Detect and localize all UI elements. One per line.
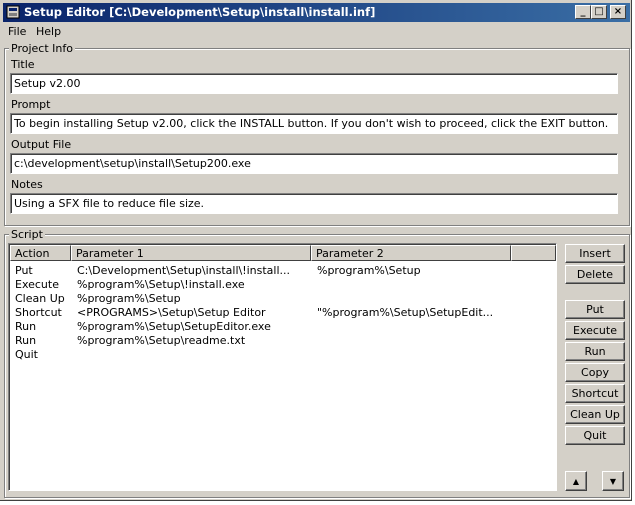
- script-list[interactable]: Action Parameter 1 Parameter 2 Put C:\De…: [8, 243, 557, 491]
- cell-action: Run: [15, 334, 37, 347]
- cell-action: Clean Up: [15, 292, 65, 305]
- shortcut-button[interactable]: Shortcut: [565, 384, 625, 403]
- clean-up-button[interactable]: Clean Up: [565, 405, 625, 424]
- table-row[interactable]: Run %program%\Setup\SetupEditor.exe: [13, 320, 553, 334]
- setup-editor-window: Setup Editor [C:\Development\Setup\insta…: [0, 0, 632, 501]
- cell-parameter-1: %program%\Setup: [77, 292, 181, 305]
- prompt-label: Prompt: [11, 98, 51, 111]
- prompt-field[interactable]: To begin installing Setup v2.00, click t…: [10, 113, 618, 134]
- cell-action: Shortcut: [15, 306, 62, 319]
- project-info-label: Project Info: [9, 42, 75, 55]
- put-button[interactable]: Put: [565, 300, 625, 319]
- script-label: Script: [9, 228, 45, 241]
- column-header-parameter-1[interactable]: Parameter 1: [71, 245, 311, 261]
- minimize-icon: _: [580, 6, 586, 17]
- arrow-down-icon: ▼: [609, 476, 617, 486]
- delete-button[interactable]: Delete: [565, 265, 625, 284]
- table-row[interactable]: Run %program%\Setup\readme.txt: [13, 334, 553, 348]
- run-button[interactable]: Run: [565, 342, 625, 361]
- title-field[interactable]: Setup v2.00: [10, 73, 618, 94]
- title-bar[interactable]: Setup Editor [C:\Development\Setup\insta…: [3, 3, 630, 22]
- output-file-field[interactable]: c:\development\setup\install\Setup200.ex…: [10, 153, 618, 174]
- table-row[interactable]: Clean Up %program%\Setup: [13, 292, 553, 306]
- menu-help[interactable]: Help: [36, 25, 61, 38]
- table-row[interactable]: Shortcut <PROGRAMS>\Setup\Setup Editor "…: [13, 306, 553, 320]
- column-header-parameter-2[interactable]: Parameter 2: [311, 245, 511, 261]
- cell-parameter-2: "%program%\Setup\SetupEdit...: [317, 306, 494, 319]
- cell-action: Execute: [15, 278, 59, 291]
- minimize-button[interactable]: _: [575, 5, 591, 19]
- notes-label: Notes: [11, 178, 43, 191]
- column-header-action[interactable]: Action: [10, 245, 71, 261]
- move-up-button[interactable]: ▲: [565, 471, 587, 491]
- cell-parameter-1: %program%\Setup\readme.txt: [77, 334, 246, 347]
- maximize-button[interactable]: □: [591, 5, 607, 19]
- cell-action: Put: [15, 264, 33, 277]
- cell-parameter-2: %program%\Setup: [317, 264, 421, 277]
- cell-parameter-1: %program%\Setup\SetupEditor.exe: [77, 320, 271, 333]
- maximize-icon: □: [594, 6, 604, 17]
- column-header-filler: [511, 245, 556, 261]
- title-label: Title: [11, 58, 35, 71]
- menu-file[interactable]: File: [8, 25, 26, 38]
- cell-action: Run: [15, 320, 37, 333]
- table-row[interactable]: Quit: [13, 348, 553, 362]
- window-title: Setup Editor [C:\Development\Setup\insta…: [24, 5, 376, 19]
- cell-action: Quit: [15, 348, 38, 361]
- close-button[interactable]: ×: [610, 5, 626, 19]
- menu-bar: File Help: [3, 23, 630, 41]
- table-row[interactable]: Execute %program%\Setup\!install.exe: [13, 278, 553, 292]
- quit-button[interactable]: Quit: [565, 426, 625, 445]
- insert-button[interactable]: Insert: [565, 244, 625, 263]
- copy-button[interactable]: Copy: [565, 363, 625, 382]
- notes-field[interactable]: Using a SFX file to reduce file size.: [10, 193, 618, 214]
- cell-parameter-1: <PROGRAMS>\Setup\Setup Editor: [77, 306, 266, 319]
- output-file-label: Output File: [11, 138, 72, 151]
- arrow-up-icon: ▲: [572, 476, 580, 486]
- setup-app-icon[interactable]: [6, 5, 20, 19]
- cell-parameter-1: %program%\Setup\!install.exe: [77, 278, 245, 291]
- cell-parameter-1: C:\Development\Setup\install\!install...: [77, 264, 291, 277]
- execute-button[interactable]: Execute: [565, 321, 625, 340]
- close-icon: ×: [613, 6, 623, 17]
- table-row[interactable]: Put C:\Development\Setup\install\!instal…: [13, 264, 553, 278]
- script-rows: Put C:\Development\Setup\install\!instal…: [13, 264, 553, 362]
- move-down-button[interactable]: ▼: [602, 471, 624, 491]
